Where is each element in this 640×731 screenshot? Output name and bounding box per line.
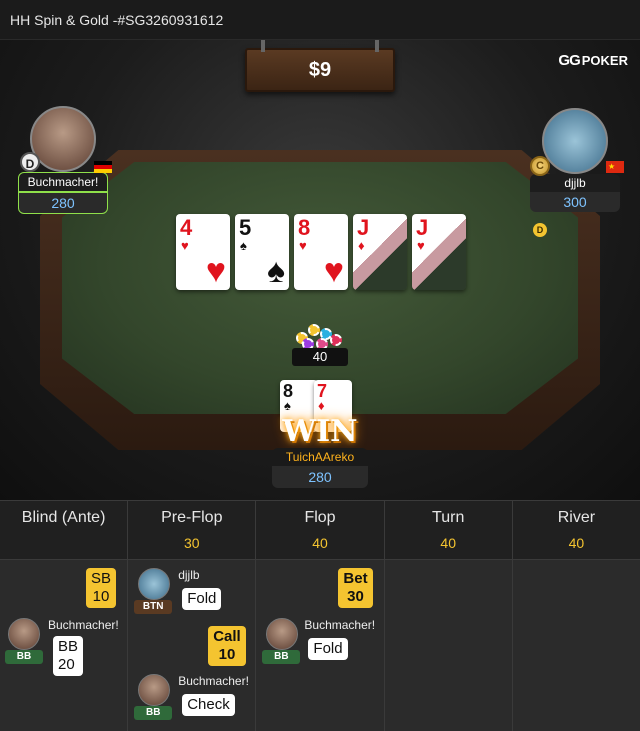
river-actions: [512, 560, 640, 731]
action-call: Call 10: [208, 626, 246, 666]
turn-actions: [384, 560, 513, 731]
action-check: Check: [182, 694, 235, 716]
sb-post: SB 10: [86, 568, 117, 608]
action-player-name: djjlb: [178, 568, 200, 582]
preflop-actions: BTN djjlb Fold Call 10 BB Buchmacher! Che…: [128, 560, 257, 731]
player-name: djjlb: [530, 174, 620, 192]
board-card: 4 ♥ ♥: [176, 214, 230, 290]
hero-name[interactable]: TuichAAreko: [272, 448, 368, 466]
avatar: [266, 618, 299, 650]
position-badge: BB: [5, 650, 43, 664]
street-river: River 40: [557, 509, 596, 551]
avatar: [138, 568, 171, 600]
blind-actions: SB 10 BB Buchmacher! BB 20: [0, 560, 129, 731]
pot-sign: $9: [245, 40, 395, 92]
board-card: 8 ♥ ♥: [294, 214, 348, 290]
china-flag-icon: ★: [606, 161, 624, 173]
action-columns: SB 10 BB Buchmacher! BB 20 BTN djjlb Fold …: [0, 560, 640, 731]
action-fold: Fold: [308, 638, 348, 660]
dealer-button-icon: D: [533, 223, 547, 237]
bb-post: BB 20: [53, 636, 84, 676]
action-fold: Fold: [182, 588, 222, 610]
player-name: Buchmacher!: [18, 172, 108, 192]
dealer-badge-icon: D: [20, 152, 40, 172]
position-badge: BTN: [134, 600, 173, 614]
action-player-name: Buchmacher!: [178, 674, 249, 688]
avatar: [8, 618, 40, 650]
window-title: HH Spin & Gold -#SG3260931612: [0, 0, 640, 40]
board-card: J ♥: [412, 214, 466, 290]
poker-table-scene: $9 GG POKER 4 ♥ ♥ 5 ♠ ♠ 8 ♥ ♥ J ♦ J ♥ Buchmacher!…: [0, 40, 640, 500]
action-player-name: Buchmacher!: [304, 618, 376, 632]
hand-history-panel: Blind (Ante) Pre-Flop 30 Flop 40 Turn 40 Ri…: [0, 500, 640, 731]
board-cards: 4 ♥ ♥ 5 ♠ ♠ 8 ♥ ♥ J ♦ J ♥: [176, 214, 466, 290]
avatar: [542, 108, 608, 174]
player-stack: 280: [18, 192, 108, 214]
germany-flag-icon: [94, 161, 112, 173]
board-card: 5 ♠ ♠: [235, 214, 289, 290]
position-badge: BB: [134, 706, 173, 720]
street-turn: Turn 40: [385, 501, 513, 559]
pot-amount: 40: [292, 348, 348, 366]
action-player-name: Buchmacher!: [48, 618, 119, 632]
player-stack: 300: [530, 192, 620, 212]
street-header-row: Blind (Ante) Pre-Flop 30 Flop 40 Turn 40 Ri…: [0, 500, 640, 560]
street-preflop: Pre-Flop 30: [128, 501, 257, 559]
board-card: J ♦: [353, 214, 407, 290]
ggpoker-logo: GG POKER: [558, 52, 628, 69]
position-badge: BB: [262, 650, 301, 664]
avatar: [138, 674, 171, 706]
win-banner: WIN: [282, 414, 358, 449]
action-bet: Bet 30: [338, 568, 373, 608]
street-flop: Flop 40: [256, 501, 385, 559]
hero-stack: 280: [272, 466, 368, 488]
flop-actions: Bet 30 BB Buchmacher! Fold: [256, 560, 385, 731]
street-blind: Blind (Ante): [0, 501, 129, 559]
coin-badge-icon: C: [530, 156, 550, 176]
